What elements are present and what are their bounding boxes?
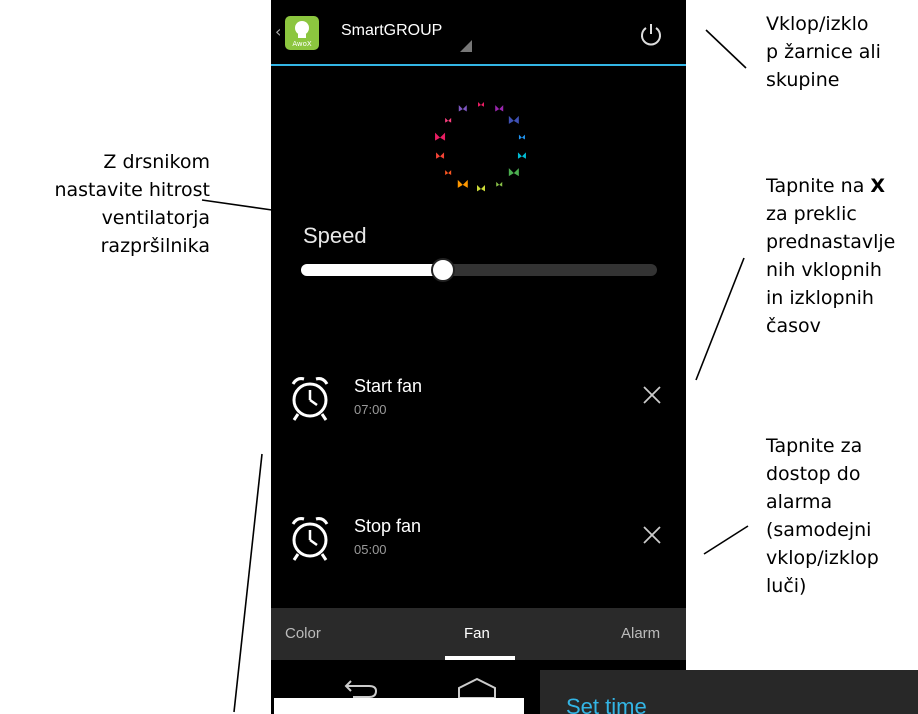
tab-bar: Color Fan Alarm xyxy=(271,608,686,660)
power-annotation: Vklop/izklo p žarnice ali skupine xyxy=(766,10,916,94)
dropdown-corner-icon xyxy=(460,40,472,52)
power-pointer-line xyxy=(705,29,747,69)
back-nav-icon[interactable] xyxy=(341,676,381,700)
speed-label: Speed xyxy=(303,223,367,248)
alarm-time: 07:00 xyxy=(354,402,387,417)
cancel-annotation-line: prednastavlje xyxy=(766,231,896,253)
butterfly-mark xyxy=(508,168,519,177)
power-annotation-line: Vklop/izklo xyxy=(766,13,869,35)
slider-pointer-line xyxy=(201,199,273,211)
butterfly-mark xyxy=(445,170,452,175)
slider-annotation-line: Z drsnikom xyxy=(103,151,210,173)
butterfly-mark xyxy=(517,152,526,159)
alarm-name: Stop fan xyxy=(354,516,422,536)
home-nav-icon[interactable] xyxy=(455,676,499,700)
tab-fan[interactable]: Fan xyxy=(464,625,490,642)
app-bar: ‹ AwoX SmartGROUP xyxy=(271,0,686,66)
butterfly-mark xyxy=(477,185,485,192)
power-annotation-line: skupine xyxy=(766,69,840,91)
butterfly-mark xyxy=(435,132,446,141)
slider-fill xyxy=(301,264,443,276)
tab-alarm[interactable]: Alarm xyxy=(621,625,660,642)
alarm-annotation: Tapnite za dostop do alarma (samodejni v… xyxy=(766,432,916,600)
alarm-annotation-line: alarma xyxy=(766,491,833,513)
alarm-time: 05:00 xyxy=(354,542,387,557)
slider-annotation-line: razpršilnika xyxy=(100,235,210,257)
tab-pointer-line xyxy=(233,453,263,713)
butterfly-mark xyxy=(518,134,525,140)
cancel-annotation: Tapnite na X za preklic prednastavlje ni… xyxy=(766,172,916,354)
speed-slider[interactable] xyxy=(301,258,657,283)
alarm-annotation-line: (samodejni xyxy=(766,519,872,541)
cancel-annotation-line: nih vklopnih xyxy=(766,259,882,281)
butterfly-ring-icon xyxy=(435,102,526,192)
app-icon-brand: AwoX xyxy=(292,40,312,48)
butterfly-mark xyxy=(457,179,468,188)
bulb-logo-icon[interactable]: AwoX xyxy=(285,16,319,50)
alarm-annotation-line: vklop/izklop xyxy=(766,547,879,569)
alarm-clock-icon xyxy=(291,517,329,561)
close-icon[interactable] xyxy=(641,384,663,406)
close-icon[interactable] xyxy=(641,524,663,546)
overlay-panel xyxy=(274,698,524,714)
set-time-dialog: Set time xyxy=(540,670,918,714)
butterfly-mark xyxy=(495,105,504,112)
dialog-title: Set time xyxy=(566,694,647,714)
slider-thumb[interactable] xyxy=(431,258,455,282)
alarm-pointer-line xyxy=(703,525,749,555)
power-annotation-line: p žarnice ali xyxy=(766,41,881,63)
butterfly-mark xyxy=(458,105,467,112)
power-icon[interactable] xyxy=(638,22,664,48)
cancel-annotation-prefix: Tapnite na xyxy=(766,175,871,197)
slider-annotation-line: nastavite hitrost xyxy=(54,179,210,201)
cancel-annotation-line: in izklopnih xyxy=(766,287,874,309)
cancel-annotation-line: časov xyxy=(766,315,821,337)
alarm-annotation-line: dostop do xyxy=(766,463,861,485)
alarm-annotation-line: Tapnite za xyxy=(766,435,863,457)
butterfly-mark xyxy=(436,152,445,159)
cancel-annotation-line: za preklic xyxy=(766,203,857,225)
butterfly-mark xyxy=(496,181,503,187)
alarm-name: Start fan xyxy=(354,376,423,396)
alarm-annotation-line: luči) xyxy=(766,575,807,597)
butterfly-mark xyxy=(508,115,519,124)
alarm-item-start-fan[interactable]: Start fan 07:00 xyxy=(271,374,686,434)
butterfly-mark xyxy=(478,102,484,107)
slider-annotation-line: ventilatorja xyxy=(101,207,210,229)
slider-annotation: Z drsnikom nastavite hitrost ventilatorj… xyxy=(0,148,210,260)
group-selector-title[interactable]: SmartGROUP xyxy=(341,22,442,40)
tab-color[interactable]: Color xyxy=(285,625,321,642)
cancel-annotation-bold: X xyxy=(870,175,886,197)
alarm-clock-icon xyxy=(291,377,329,421)
butterfly-mark xyxy=(445,117,452,123)
chevron-left-icon[interactable]: ‹ xyxy=(275,22,281,41)
alarm-item-stop-fan[interactable]: Stop fan 05:00 xyxy=(271,514,686,574)
cancel-pointer-line xyxy=(695,257,745,381)
phone-screen: ‹ AwoX SmartGROUP Speed Start fan 07:00 … xyxy=(271,0,686,714)
